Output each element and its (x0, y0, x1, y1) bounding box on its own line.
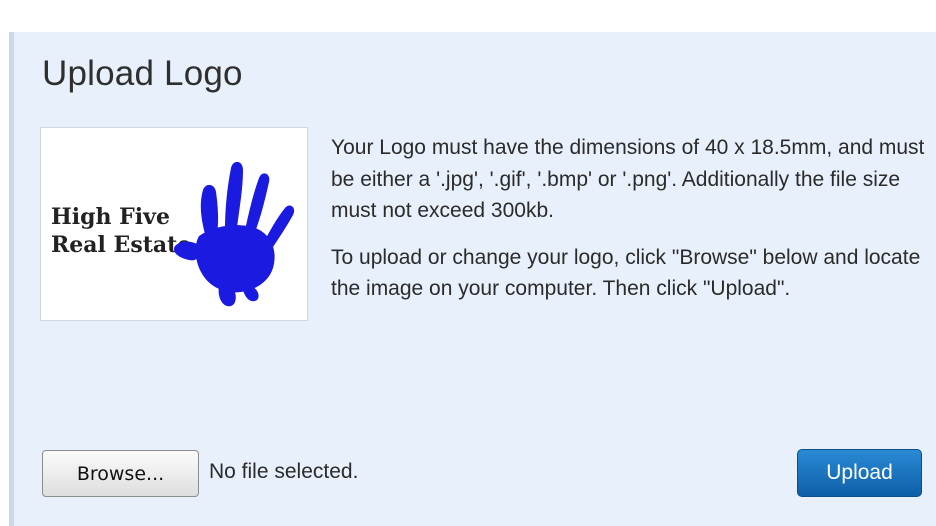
instructions-how-to: To upload or change your logo, click "Br… (331, 245, 921, 301)
instructions: Your Logo must have the dimensions of 40… (331, 132, 926, 320)
file-status-text: No file selected. (209, 460, 359, 483)
instructions-requirements: Your Logo must have the dimensions of 40… (331, 136, 925, 222)
hand-print-icon (173, 161, 295, 307)
logo-text-line1: High Five (51, 204, 170, 230)
upload-button[interactable]: Upload (797, 449, 922, 497)
section-title: Upload Logo (42, 54, 243, 93)
logo-preview: High Five Real Estate (40, 127, 308, 321)
browse-button[interactable]: Browse... (42, 450, 199, 497)
logo-image: High Five Real Estate (51, 161, 295, 307)
logo-text-line2: Real Estate (51, 232, 191, 258)
upload-logo-panel: Upload Logo High Five Real Estate Your L… (9, 32, 936, 526)
